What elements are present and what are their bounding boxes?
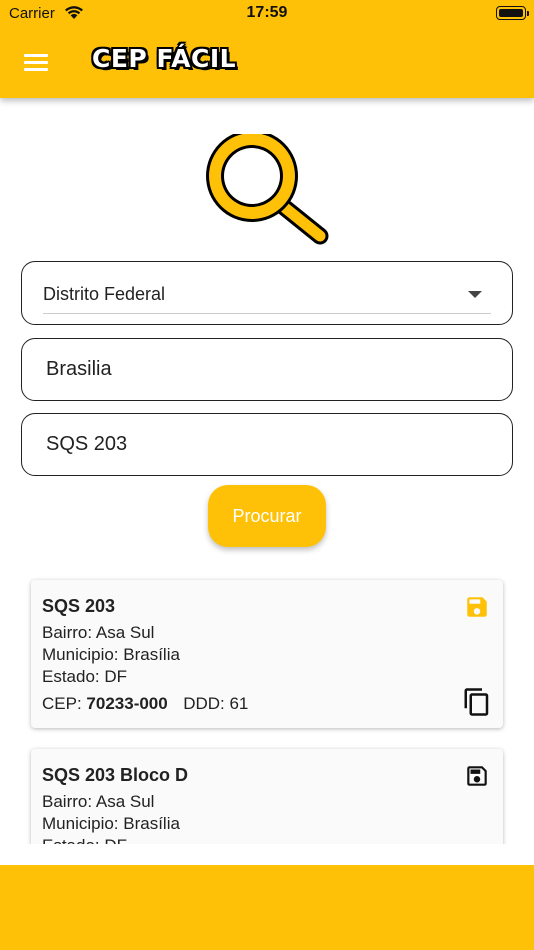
result-card: SQS 203 Bairro: Asa Sul Municipio: Brasí… (31, 580, 503, 728)
result-title: SQS 203 (42, 596, 116, 616)
result-estado: Estado: DF (42, 836, 127, 844)
result-bairro: Bairro: Asa Sul (42, 623, 155, 642)
search-button[interactable]: Procurar (208, 485, 326, 547)
result-municipio: Municipio: Brasília (42, 814, 180, 833)
bottom-bar (0, 865, 534, 950)
result-title: SQS 203 Bloco D (42, 765, 189, 785)
battery-icon (496, 6, 529, 20)
search-icon (206, 134, 329, 245)
state-dropdown[interactable]: Distrito Federal (21, 261, 513, 325)
copy-icon[interactable] (462, 686, 492, 718)
caret-down-icon (468, 291, 482, 298)
cep-value: 70233-000 (86, 694, 168, 713)
hamburger-icon (24, 54, 48, 57)
result-bairro: Bairro: Asa Sul (42, 792, 155, 811)
city-field-container (21, 338, 513, 401)
result-card: SQS 203 Bloco D Bairro: Asa Sul Municipi… (31, 749, 503, 844)
menu-button[interactable] (24, 52, 50, 72)
city-input[interactable] (46, 339, 486, 399)
state-selected-value: Distrito Federal (43, 284, 166, 304)
dropdown-underline (43, 313, 491, 314)
result-estado: Estado: DF (42, 667, 128, 686)
street-field-container (21, 413, 513, 476)
result-cep-line: CEP: 70233-000 DDD: 61 (42, 694, 248, 714)
status-bar: Carrier 17:59 (0, 0, 534, 28)
ddd-value: DDD: 61 (183, 694, 249, 713)
save-outline-icon[interactable] (464, 763, 490, 789)
street-input[interactable] (46, 414, 486, 474)
results-list[interactable]: SQS 203 Bairro: Asa Sul Municipio: Brasí… (0, 560, 534, 844)
app-logo: CEP FÁCIL (92, 44, 237, 73)
status-time: 17:59 (246, 4, 288, 21)
save-icon[interactable] (464, 594, 490, 620)
app-bar: Carrier 17:59 CEP FÁCIL (0, 0, 534, 98)
result-municipio: Municipio: Brasília (42, 645, 180, 664)
cep-label: CEP: (42, 694, 82, 713)
